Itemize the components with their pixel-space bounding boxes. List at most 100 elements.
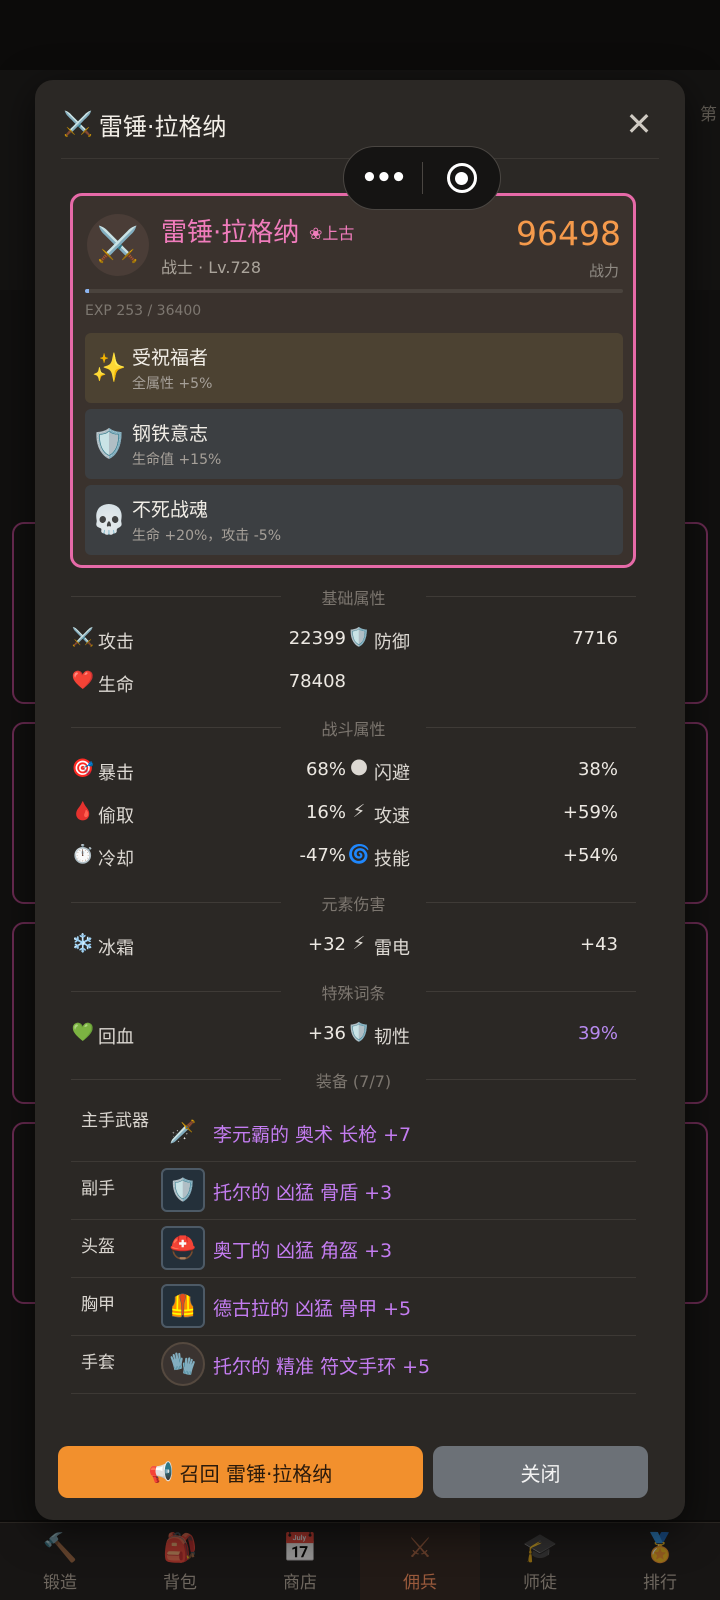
trait-desc: 生命值 +15% — [132, 452, 222, 468]
shield-icon: 🛡️ — [347, 627, 371, 648]
bone-armor-icon: 🦺 — [161, 1284, 205, 1328]
tab-ranking[interactable]: 🏅 排行 — [600, 1523, 720, 1600]
more-icon[interactable]: ••• — [344, 163, 422, 193]
equipment-name: 托尔的 精准 符文手环 +5 — [213, 1356, 431, 1378]
equipment-row-chest[interactable]: 胸甲 🦺 德古拉的 凶猛 骨甲 +5 — [71, 1278, 636, 1336]
stat-value: +32 — [308, 934, 346, 955]
bottom-tab-bar: 🔨 锻造 🎒 背包 📅 商店 ⚔ 佣兵 🎓 师徒 🏅 排行 — [0, 1522, 720, 1600]
lightning-icon: ⚡ — [352, 801, 366, 822]
stat-value: +54% — [562, 845, 618, 866]
rune-bracer-icon: 🧤 — [161, 1342, 205, 1386]
equipment-name: 奥丁的 凶猛 角盔 +3 — [213, 1240, 393, 1262]
tab-label: 排行 — [643, 1572, 677, 1593]
stat-label: 韧性 — [374, 1027, 410, 1048]
swirl-icon: 🌀 — [347, 844, 371, 865]
shop-icon: 📅 — [282, 1530, 318, 1564]
hero-detail-modal: ⚔️ 雷锤·拉格纳 ✕ ••• ⚔️ 雷锤·拉格纳 ❀上古 战士 · Lv.72… — [35, 80, 685, 1520]
stat-label: 攻击 — [98, 632, 134, 653]
tab-shop[interactable]: 📅 商店 — [240, 1523, 360, 1600]
equipment-row-mainhand[interactable]: 主手武器 🗡️ 李元霸的 奥术 长枪 +7 — [71, 1104, 636, 1162]
modal-header: ⚔️ 雷锤·拉格纳 ✕ — [63, 104, 657, 144]
stat-value: 22399 — [288, 628, 346, 649]
close-button[interactable]: 关闭 — [433, 1446, 648, 1498]
section-title: 战斗属性 — [321, 720, 386, 739]
equipment-row-gloves[interactable]: 手套 🧤 托尔的 精准 符文手环 +5 — [71, 1336, 636, 1394]
stat-value: 38% — [577, 759, 618, 780]
stat-attack: ⚔️ 攻击 22399 — [71, 626, 346, 654]
tab-mentor[interactable]: 🎓 师徒 — [480, 1523, 600, 1600]
recall-button-label: 召回 雷锤·拉格纳 — [179, 1461, 333, 1486]
stat-cooldown: ⏱️ 冷却 -47% — [71, 843, 346, 871]
modal-title: 雷锤·拉格纳 — [98, 112, 227, 141]
miniprogram-capsule: ••• — [343, 146, 501, 210]
bone-shield-icon: 🛡️ — [161, 1168, 205, 1212]
stat-value: 39% — [577, 1023, 618, 1044]
equipment-name: 托尔的 凶猛 骨盾 +3 — [213, 1182, 393, 1204]
power-label: 战力 — [588, 262, 619, 280]
equipment-name: 李元霸的 奥术 长枪 +7 — [213, 1124, 412, 1146]
equipment-slot-label: 胸甲 — [81, 1295, 115, 1315]
graduation-cap-icon: 🎓 — [522, 1530, 558, 1564]
hero-class-level: 战士 · Lv.728 — [161, 258, 262, 277]
trait-name: 钢铁意志 — [132, 423, 209, 445]
tab-backpack[interactable]: 🎒 背包 — [120, 1523, 240, 1600]
stat-label: 暴击 — [98, 763, 134, 784]
shield-icon: 🛡️ — [347, 1022, 371, 1043]
equipment-row-offhand[interactable]: 副手 🛡️ 托尔的 凶猛 骨盾 +3 — [71, 1162, 636, 1220]
trait-item: 🛡️ 钢铁意志 生命值 +15% — [85, 409, 623, 479]
equipment-slot-label: 副手 — [81, 1179, 115, 1199]
trait-desc: 生命 +20%，攻击 -5% — [132, 528, 282, 544]
stat-label: 防御 — [374, 632, 410, 653]
trait-name: 不死战魂 — [132, 499, 209, 521]
stat-value: 78408 — [288, 671, 346, 692]
equipment-slot-label: 手套 — [81, 1353, 115, 1373]
stat-label: 偷取 — [98, 806, 134, 827]
background-side-text: 第 — [700, 105, 717, 125]
crossed-swords-icon: ⚔️ — [71, 627, 95, 648]
tab-forge[interactable]: 🔨 锻造 — [0, 1523, 120, 1600]
section-combat: 战斗属性 — [71, 716, 636, 739]
stat-label: 攻速 — [374, 806, 410, 827]
equipment-slot-label: 主手武器 — [81, 1111, 149, 1131]
stat-crit: 🎯 暴击 68% — [71, 757, 346, 785]
section-element: 元素伤害 — [71, 891, 636, 914]
skull-icon: 💀 — [91, 502, 127, 536]
tab-mercenary[interactable]: ⚔ 佣兵 — [360, 1523, 480, 1600]
power-value: 96498 — [516, 214, 621, 253]
close-icon[interactable]: ✕ — [621, 106, 657, 142]
exit-target-icon[interactable] — [423, 163, 500, 193]
sparkles-icon: ✨ — [91, 350, 127, 384]
trait-name: 受祝福者 — [132, 347, 209, 369]
stat-label: 生命 — [98, 675, 134, 696]
snowflake-icon: ❄️ — [71, 933, 95, 954]
dodge-orb-icon: 🌑 — [349, 758, 369, 779]
exp-text: EXP 253 / 36400 — [85, 303, 202, 319]
stat-label: 技能 — [374, 849, 410, 870]
section-title: 基础属性 — [321, 589, 386, 608]
exp-progress-fill — [85, 289, 89, 293]
hero-name: 雷锤·拉格纳 — [161, 218, 300, 248]
heart-icon: ❤️ — [71, 670, 95, 691]
stat-frost: ❄️ 冰霜 +32 — [71, 932, 346, 960]
stat-value: +59% — [562, 802, 618, 823]
recall-button[interactable]: 📢 召回 雷锤·拉格纳 — [58, 1446, 423, 1498]
tab-label: 锻造 — [43, 1572, 77, 1593]
stat-label: 冷却 — [98, 849, 134, 870]
stat-value: +43 — [580, 934, 618, 955]
crossed-swords-icon: ⚔️ — [63, 110, 93, 138]
stat-label: 冰霜 — [98, 938, 134, 959]
shield-icon: 🛡️ — [91, 426, 127, 460]
stat-value: 68% — [305, 759, 346, 780]
tab-label: 师徒 — [523, 1572, 557, 1593]
stat-value: 16% — [305, 802, 346, 823]
section-title: 装备 (7/7) — [315, 1072, 392, 1091]
crossed-swords-icon: ⚔ — [407, 1530, 433, 1564]
equipment-row-helmet[interactable]: 头盔 ⛑️ 奥丁的 凶猛 角盔 +3 — [71, 1220, 636, 1278]
trait-desc: 全属性 +5% — [132, 376, 213, 392]
target-icon: 🎯 — [71, 758, 95, 779]
megaphone-icon: 📢 — [148, 1460, 174, 1484]
horned-helmet-icon: ⛑️ — [161, 1226, 205, 1270]
stat-toughness: 🛡️ 韧性 39% — [347, 1021, 618, 1049]
blood-drop-icon: 🩸 — [71, 801, 95, 822]
stat-thunder: ⚡ 雷电 +43 — [347, 932, 618, 960]
